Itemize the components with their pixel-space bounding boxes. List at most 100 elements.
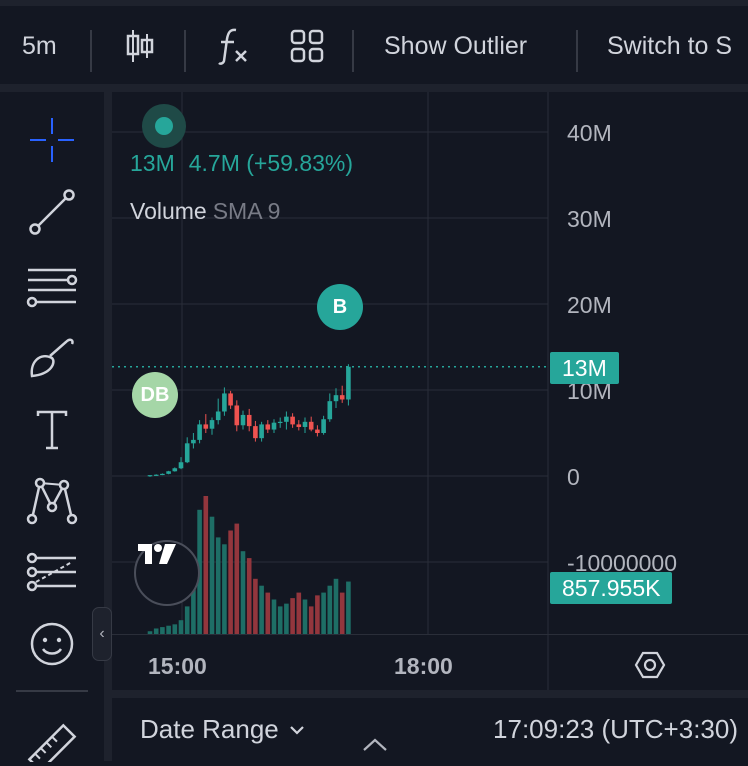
indicator-legend[interactable]: Volume SMA 9 — [130, 198, 280, 225]
candle-body — [203, 424, 209, 429]
pattern-tool-icon[interactable] — [24, 472, 80, 528]
chart-settings-icon[interactable] — [634, 649, 666, 686]
chevron-up-icon[interactable] — [362, 738, 388, 757]
candle-body — [228, 393, 233, 406]
indicator-param: SMA 9 — [212, 198, 281, 224]
legend-change: 4.7M (+59.83%) — [188, 150, 354, 176]
volume-bar — [160, 627, 165, 634]
candles-chart-type-icon[interactable] — [124, 6, 156, 86]
toolbar-divider — [184, 30, 186, 72]
indicator-visibility-icon[interactable] — [142, 104, 186, 148]
candle-body — [246, 414, 252, 427]
show-outlier-button[interactable]: Show Outlier — [384, 6, 527, 86]
candle-body — [271, 422, 277, 430]
emoji-icon[interactable] — [24, 616, 80, 672]
volume-bar — [327, 585, 333, 634]
volume-bar — [203, 496, 209, 634]
clock-timezone[interactable]: 17:09:23 (UTC+3:30) — [493, 714, 738, 745]
candle-body — [315, 429, 320, 433]
volume-bar — [265, 592, 271, 634]
legend-values: 13M 4.7M (+59.83%) — [130, 150, 367, 177]
candle-body — [215, 411, 221, 421]
candle-body — [296, 424, 302, 427]
candle-body — [327, 401, 333, 420]
date-range-button[interactable]: Date Range — [140, 714, 305, 745]
header-divider — [0, 84, 748, 92]
date-range-label: Date Range — [140, 714, 279, 744]
volume-value-tag: 857.955K — [550, 572, 673, 604]
chart-pane[interactable]: 13M 4.7M (+59.83%) Volume SMA 9 40M 30M 20… — [112, 92, 748, 692]
volume-bar — [277, 606, 283, 634]
tradingview-logo-icon[interactable] — [134, 540, 200, 606]
bottom-bar: Date Range 17:09:23 (UTC+3:30) — [112, 698, 748, 761]
volume-bar — [184, 606, 190, 634]
collapse-toolbar-chevron-icon[interactable]: ‹ — [92, 607, 112, 661]
candle-body — [178, 462, 184, 469]
price-axis-label: 30M — [567, 206, 612, 232]
volume-bar — [290, 598, 295, 634]
volume-bar — [315, 595, 320, 634]
price-axis-label: 20M — [567, 292, 612, 318]
candle-body — [290, 416, 295, 425]
volume-bar — [228, 530, 233, 634]
toolbar-divider — [352, 30, 354, 72]
candle-body — [209, 420, 215, 429]
candle-body — [308, 421, 314, 430]
candle-body — [160, 473, 165, 476]
candle-body — [147, 475, 153, 477]
volume-bar — [253, 578, 258, 634]
volume-bar — [166, 625, 171, 634]
candle-body — [259, 424, 264, 439]
volume-bar — [215, 537, 221, 634]
volume-bar — [321, 592, 326, 634]
price-axis-label: 0 — [567, 464, 580, 490]
time-axis[interactable]: 15:00 18:00 — [112, 634, 748, 693]
brush-icon[interactable] — [24, 330, 80, 386]
fib-retracement-icon[interactable] — [24, 258, 80, 314]
crosshair-icon[interactable] — [24, 112, 80, 168]
candle-body — [302, 421, 308, 427]
candle-body — [253, 426, 258, 439]
ruler-icon[interactable] — [24, 710, 80, 766]
trend-line-icon[interactable] — [24, 184, 80, 240]
toolbar-divider — [90, 30, 92, 72]
candle-body — [172, 468, 178, 472]
forecast-tool-icon[interactable] — [24, 544, 80, 600]
double-bottom-marker[interactable]: DB — [132, 372, 178, 418]
candle-body — [197, 424, 202, 440]
candle-body — [321, 419, 326, 433]
candle-body — [240, 414, 246, 426]
volume-bar — [172, 624, 178, 634]
volume-bar — [339, 592, 345, 634]
switch-to-button[interactable]: Switch to S — [607, 6, 732, 86]
bottom-divider — [112, 690, 748, 698]
chevron-down-icon — [289, 725, 304, 735]
volume-bar — [284, 603, 289, 634]
volume-bar — [302, 599, 308, 634]
interval-button[interactable]: 5m — [22, 6, 57, 86]
candle-body — [277, 421, 283, 424]
legend-value: 13M — [130, 150, 175, 176]
candle-body — [234, 405, 240, 426]
tools-divider — [16, 690, 88, 692]
buy-signal-marker[interactable]: B — [317, 284, 363, 330]
volume-bar — [308, 606, 314, 634]
volume-bar — [296, 592, 302, 634]
layouts-grid-icon[interactable] — [290, 6, 324, 86]
candle-body — [166, 471, 171, 474]
volume-bar — [259, 585, 264, 634]
text-tool-icon[interactable] — [24, 402, 80, 458]
drawing-toolbar — [0, 92, 104, 762]
candle-body — [333, 395, 339, 402]
candle-body — [153, 474, 159, 476]
candle-body — [284, 416, 289, 422]
volume-bar — [234, 523, 240, 634]
volume-bar — [222, 544, 227, 634]
time-label: 18:00 — [394, 653, 453, 679]
volume-bar — [178, 620, 184, 634]
top-toolbar: 5m Show Outlier Switch to S — [0, 0, 748, 86]
candle-body — [184, 443, 190, 463]
candle-body — [222, 393, 227, 412]
toolbar-divider — [576, 30, 578, 72]
indicators-fx-icon[interactable] — [216, 6, 250, 86]
